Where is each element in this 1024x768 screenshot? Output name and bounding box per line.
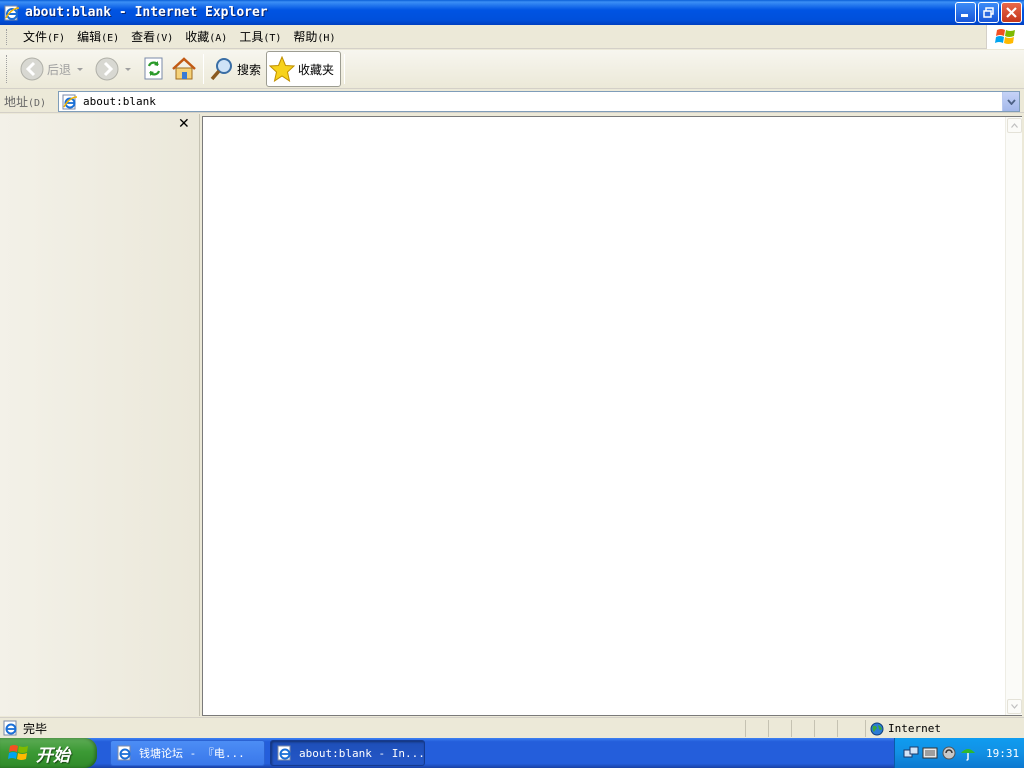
- back-dropdown-icon[interactable]: [77, 67, 84, 71]
- address-accel: (D): [28, 97, 47, 109]
- taskbar: 开始 钱塘论坛 - 『电... about:blank - In... 19:3…: [0, 738, 1024, 768]
- menu-grip[interactable]: [6, 28, 9, 45]
- address-label-text: 地址: [4, 94, 29, 109]
- menu-tools-label: 工具: [239, 29, 264, 44]
- address-field[interactable]: [58, 91, 1020, 112]
- taskbar-button-forum[interactable]: 钱塘论坛 - 『电...: [110, 740, 265, 766]
- forward-button[interactable]: [92, 52, 140, 86]
- status-text: 完毕: [23, 721, 48, 736]
- menu-edit-accel: (E): [101, 32, 120, 44]
- chevron-down-icon: [1006, 98, 1016, 105]
- back-label: 后退: [47, 62, 72, 77]
- favorites-button[interactable]: 收藏夹: [266, 51, 342, 87]
- close-icon: [1006, 7, 1017, 18]
- search-icon: [210, 58, 233, 81]
- umbrella-icon[interactable]: [960, 745, 976, 761]
- status-cell: [768, 720, 769, 737]
- home-button[interactable]: [168, 52, 200, 86]
- windows-start-icon: [8, 745, 28, 760]
- menu-view-label: 查看: [131, 29, 156, 44]
- menu-tools-accel: (T): [263, 32, 282, 44]
- standard-toolbar: 后退 搜索 收藏夹: [0, 50, 1024, 89]
- menu-file[interactable]: 文件(F): [17, 27, 71, 47]
- menu-file-accel: (F): [47, 32, 66, 44]
- volume-icon[interactable]: [941, 745, 957, 761]
- menu-help-accel: (H): [317, 32, 336, 44]
- menu-help-label: 帮助: [293, 29, 318, 44]
- status-cell: [837, 720, 838, 737]
- security-zone[interactable]: Internet: [865, 720, 941, 737]
- minimize-icon: [961, 14, 968, 17]
- start-label: 开始: [36, 745, 70, 766]
- menu-edit-label: 编辑: [77, 29, 102, 44]
- scroll-up-button[interactable]: [1007, 118, 1022, 133]
- status-bar: 完毕 Internet: [0, 717, 1024, 738]
- refresh-icon: [144, 57, 163, 80]
- toolbar-separator: [203, 54, 205, 84]
- menu-view-accel: (V): [155, 32, 174, 44]
- home-icon: [172, 57, 196, 80]
- minimize-button[interactable]: [955, 2, 976, 23]
- window-title: about:blank - Internet Explorer: [25, 5, 268, 20]
- menu-help[interactable]: 帮助(H): [287, 27, 341, 47]
- close-button[interactable]: [1001, 2, 1022, 23]
- chevron-down-icon: [1011, 704, 1018, 709]
- address-label: 地址(D): [4, 93, 56, 110]
- menu-favorites-label: 收藏: [185, 29, 210, 44]
- status-cell: [814, 720, 815, 737]
- scroll-down-button[interactable]: [1007, 699, 1022, 714]
- refresh-button[interactable]: [140, 52, 168, 86]
- globe-icon: [870, 722, 884, 735]
- windows-flag-icon: [994, 29, 1015, 44]
- page-content[interactable]: [202, 116, 1022, 716]
- menu-edit[interactable]: 编辑(E): [71, 27, 125, 47]
- ie-icon: [4, 5, 20, 20]
- status-cell: [791, 720, 792, 737]
- restore-icon: [983, 7, 994, 18]
- zone-label: Internet: [888, 722, 941, 735]
- address-bar: 地址(D): [0, 90, 1024, 113]
- menu-view[interactable]: 查看(V): [125, 27, 179, 47]
- toolbar-grip[interactable]: [6, 55, 9, 83]
- taskbar-button-label: 钱塘论坛 - 『电...: [139, 747, 245, 760]
- keyboard-icon[interactable]: [922, 745, 938, 761]
- chevron-up-icon: [1011, 123, 1018, 128]
- taskbar-button-blank[interactable]: about:blank - In...: [270, 740, 425, 766]
- menu-bar: 文件(F) 编辑(E) 查看(V) 收藏(A) 工具(T) 帮助(H): [0, 25, 1024, 49]
- address-dropdown-button[interactable]: [1002, 92, 1019, 111]
- system-tray: 19:31: [894, 738, 1024, 768]
- search-label: 搜索: [237, 62, 262, 77]
- status-page-icon: [3, 720, 17, 736]
- network-icon[interactable]: [903, 745, 919, 761]
- menu-favorites[interactable]: 收藏(A): [179, 27, 233, 47]
- menu-favorites-accel: (A): [209, 32, 228, 44]
- start-button[interactable]: 开始: [0, 738, 97, 768]
- ie-icon: [277, 745, 291, 761]
- toolbar-separator-end: [344, 54, 346, 84]
- taskbar-button-label: about:blank - In...: [299, 746, 424, 760]
- back-arrow-icon: [20, 57, 44, 81]
- favorites-label: 收藏夹: [298, 62, 335, 77]
- status-cell: [745, 720, 746, 737]
- explorer-bar: ✕: [0, 114, 200, 716]
- search-button[interactable]: 搜索: [207, 52, 264, 86]
- ie-icon: [117, 745, 131, 761]
- forward-arrow-icon: [95, 57, 119, 81]
- menu-tools[interactable]: 工具(T): [233, 27, 287, 47]
- clock[interactable]: 19:31: [986, 747, 1019, 760]
- back-button[interactable]: 后退: [17, 52, 92, 86]
- vertical-scrollbar[interactable]: [1005, 117, 1022, 715]
- page-ie-icon: [62, 94, 78, 109]
- close-panel-icon[interactable]: ✕: [178, 117, 190, 131]
- star-icon: [269, 56, 296, 82]
- windows-logo: [986, 25, 1024, 49]
- menu-file-label: 文件: [23, 29, 48, 44]
- restore-button[interactable]: [978, 2, 999, 23]
- forward-dropdown-icon[interactable]: [125, 67, 132, 71]
- address-input[interactable]: [83, 95, 983, 108]
- title-bar[interactable]: about:blank - Internet Explorer: [0, 0, 1024, 25]
